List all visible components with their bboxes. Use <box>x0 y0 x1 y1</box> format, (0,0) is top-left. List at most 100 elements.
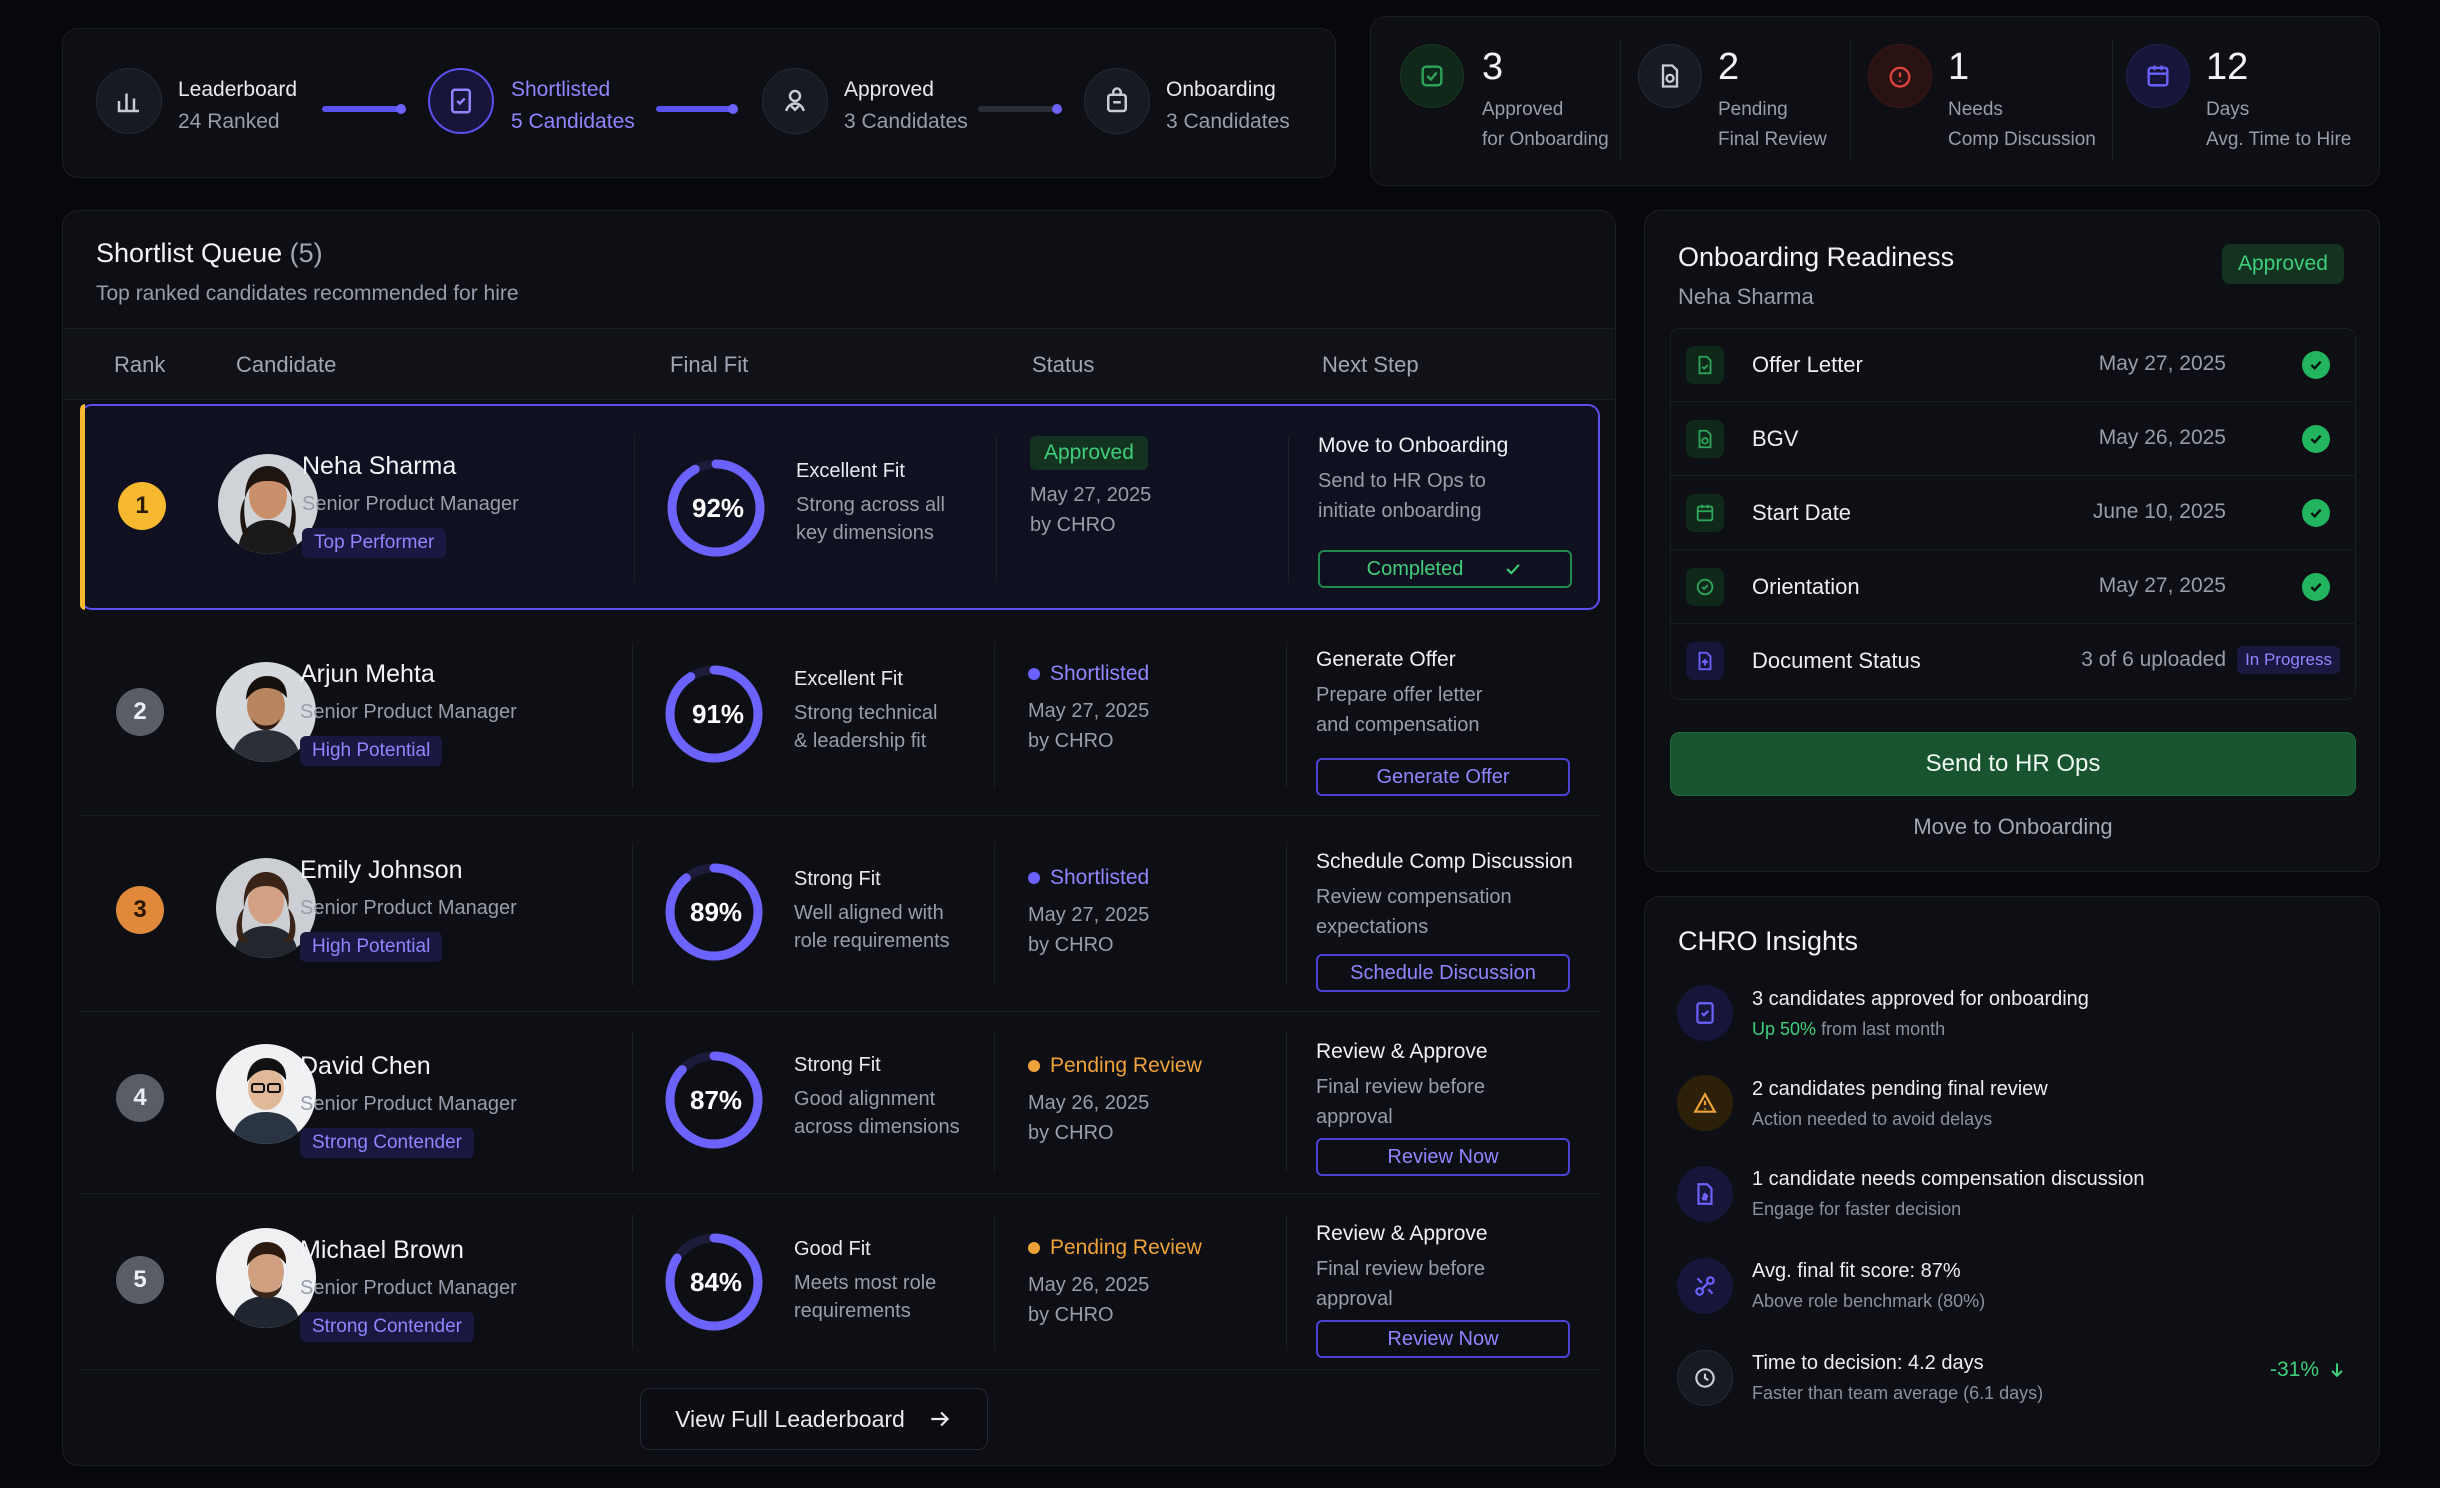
status-dot <box>1028 872 1040 884</box>
next-step-description: Review compensation expectations <box>1316 886 1512 938</box>
column-divider <box>996 436 997 582</box>
checklist-row-document-status[interactable]: Document Status 3 of 6 uploaded In Progr… <box>1670 624 2356 698</box>
insight-item: 2 candidates pending final review Action… <box>1752 1078 2048 1130</box>
next-step-description: Prepare offer letter and compensation <box>1316 684 1483 736</box>
checklist-row-start-date[interactable]: Start Date June 10, 2025 <box>1670 476 2356 550</box>
table-row[interactable]: 1 Neha Sharma Senior Product Manager Top… <box>80 404 1600 610</box>
fit-title: Excellent Fit <box>796 460 905 482</box>
fit-title: Good Fit <box>794 1238 871 1260</box>
step-connector <box>656 106 734 112</box>
table-row[interactable]: 3 Emily Johnson Senior Product Manager H… <box>80 816 1600 1012</box>
calendar-icon <box>2126 44 2190 108</box>
checklist-date: May 27, 2025 <box>2098 574 2226 597</box>
warning-icon <box>1677 1075 1733 1131</box>
check-circle-icon <box>2302 425 2330 453</box>
step-dot <box>396 104 406 114</box>
status-badge: Shortlisted <box>1028 662 1149 686</box>
status-badge: Shortlisted <box>1028 866 1149 890</box>
fit-summary: Excellent Fit Strong across all key dimen… <box>796 460 945 547</box>
shortlisted-step-icon[interactable] <box>428 68 494 134</box>
candidate-name[interactable]: Neha Sharma <box>302 452 519 481</box>
in-progress-badge: In Progress <box>2237 646 2340 674</box>
approved-check-icon <box>1400 44 1464 108</box>
send-to-hr-ops-button[interactable]: Send to HR Ops <box>1670 732 2356 796</box>
table-row[interactable]: 5 Michael Brown Senior Product Manager S… <box>80 1194 1600 1370</box>
candidate-name[interactable]: David Chen <box>300 1052 517 1081</box>
checklist-row-bgv[interactable]: BGV May 26, 2025 <box>1670 402 2356 476</box>
status-cell: Approved May 27, 2025 by CHRO <box>1030 436 1151 540</box>
fit-title: Excellent Fit <box>794 668 903 690</box>
next-step: Review & Approve Final review before appr… <box>1316 1222 1488 1314</box>
column-divider <box>1286 1214 1287 1350</box>
insight-item: Time to decision: 4.2 days Faster than t… <box>1752 1352 2043 1404</box>
view-full-leaderboard-button[interactable]: View Full Leaderboard <box>640 1388 988 1450</box>
next-step-description: Final review before approval <box>1316 1258 1485 1310</box>
status-dot <box>1028 1060 1040 1072</box>
table-row[interactable]: 2 Arjun Mehta Senior Product Manager Hig… <box>80 612 1600 816</box>
orientation-icon <box>1686 568 1724 606</box>
next-step: Review & Approve Final review before appr… <box>1316 1040 1488 1132</box>
kpi-number: 3 <box>1482 46 1504 88</box>
approved-step-icon[interactable] <box>762 68 828 134</box>
insight-title: Time to decision: 4.2 days <box>1752 1352 1984 1374</box>
generate-offer-button[interactable]: Generate Offer <box>1316 758 1570 796</box>
next-step-description: Send to HR Ops to initiate onboarding <box>1318 470 1486 522</box>
candidate-info: David Chen Senior Product Manager Strong… <box>300 1052 517 1158</box>
step-leaderboard[interactable]: Leaderboard 24 Ranked <box>178 78 297 134</box>
step-connector <box>978 106 1056 112</box>
step-approved[interactable]: Approved 3 Candidates <box>844 78 968 134</box>
document-icon <box>1686 346 1724 384</box>
onboarding-step-icon[interactable] <box>1084 68 1150 134</box>
view-full-leaderboard-label: View Full Leaderboard <box>675 1405 905 1432</box>
candidate-name[interactable]: Michael Brown <box>300 1236 517 1265</box>
step-onboarding[interactable]: Onboarding 3 Candidates <box>1166 78 1290 134</box>
header-candidate: Candidate <box>236 352 337 377</box>
status-date: May 26, 2025 by CHRO <box>1028 1092 1150 1144</box>
check-icon <box>1506 564 1520 575</box>
fit-percent: 89% <box>690 897 743 927</box>
next-step-title: Generate Offer <box>1316 648 1456 671</box>
arrow-right-icon <box>931 1411 949 1427</box>
step-dot <box>728 104 738 114</box>
insight-subtitle: Up 50% from last month <box>1752 1019 1946 1039</box>
candidate-role: Senior Product Manager <box>302 493 519 515</box>
leaderboard-step-icon[interactable] <box>96 68 162 134</box>
candidate-role: Senior Product Manager <box>300 1277 517 1299</box>
checklist-label: Start Date <box>1752 500 1852 525</box>
review-now-button[interactable]: Review Now <box>1316 1138 1570 1176</box>
table-row[interactable]: 4 David Chen Senior Product Manager Stro… <box>80 1012 1600 1194</box>
completed-button[interactable]: Completed <box>1318 550 1572 588</box>
status-badge: Approved <box>1030 436 1148 470</box>
checklist-label: Offer Letter <box>1752 352 1863 377</box>
kpi-sublabel: Comp Discussion <box>1948 129 2096 150</box>
schedule-discussion-button[interactable]: Schedule Discussion <box>1316 954 1570 992</box>
kpi-needs: 1 Needs Comp Discussion <box>1948 46 2096 151</box>
step-subtitle: 3 Candidates <box>844 110 968 133</box>
column-divider <box>632 1214 633 1350</box>
step-subtitle: 3 Candidates <box>1166 110 1290 133</box>
status-date: May 26, 2025 by CHRO <box>1028 1274 1150 1326</box>
candidate-name[interactable]: Emily Johnson <box>300 856 517 885</box>
queue-title: Shortlist Queue (5) <box>96 238 323 269</box>
kpi-divider <box>2112 40 2113 160</box>
checklist-row-offer-letter[interactable]: Offer Letter May 27, 2025 <box>1670 328 2356 402</box>
fit-title: Strong Fit <box>794 1054 881 1076</box>
checklist-date: June 10, 2025 <box>2092 500 2226 523</box>
kpi-sublabel: for Onboarding <box>1482 129 1609 150</box>
step-shortlisted[interactable]: Shortlisted 5 Candidates <box>511 78 635 134</box>
status-date: May 27, 2025 by CHRO <box>1030 484 1152 536</box>
checklist-label: Orientation <box>1752 574 1860 599</box>
checklist-date: May 26, 2025 <box>2098 426 2226 449</box>
column-divider <box>994 1032 995 1172</box>
fit-summary: Good Fit Meets most role requirements <box>794 1238 936 1325</box>
status-badge: Pending Review <box>1028 1236 1202 1260</box>
candidate-name[interactable]: Arjun Mehta <box>300 660 517 689</box>
candidate-info: Arjun Mehta Senior Product Manager High … <box>300 660 517 766</box>
selected-indicator <box>80 404 85 610</box>
queue-count: (5) <box>289 238 323 268</box>
move-to-onboarding-link[interactable]: Move to Onboarding <box>1670 814 2356 840</box>
status-cell: Shortlisted May 27, 2025 by CHRO <box>1028 662 1149 756</box>
step-subtitle: 24 Ranked <box>178 110 280 133</box>
checklist-row-orientation[interactable]: Orientation May 27, 2025 <box>1670 550 2356 624</box>
review-now-button[interactable]: Review Now <box>1316 1320 1570 1358</box>
